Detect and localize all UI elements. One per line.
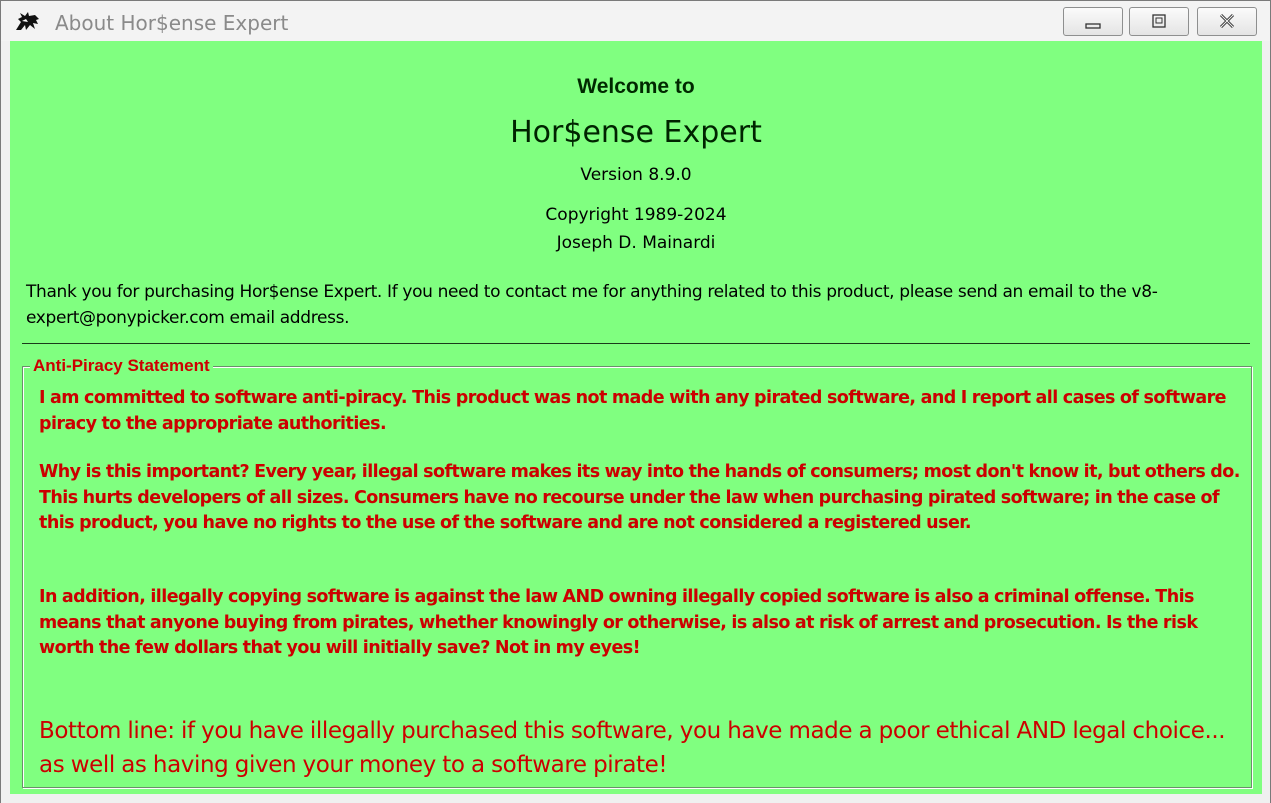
- thank-you-message: Thank you for purchasing Hor$ense Expert…: [26, 282, 1158, 328]
- close-icon: [1219, 13, 1235, 29]
- anti-piracy-heading: Anti-Piracy Statement: [30, 356, 213, 376]
- anti-piracy-paragraph-3: In addition, illegally copying software …: [39, 587, 1198, 658]
- anti-piracy-paragraph-1: I am committed to software anti-piracy. …: [39, 388, 1227, 434]
- about-content-area: Welcome to Hor$ense Expert Version 8.9.0…: [10, 41, 1262, 794]
- about-dialog-window: About Hor$ense Expert Welcome to Hor$ens…: [0, 0, 1271, 803]
- horse-head-icon[interactable]: [13, 10, 41, 32]
- maximize-icon: [1152, 14, 1166, 28]
- author-label: Joseph D. Mainardi: [556, 233, 716, 253]
- welcome-heading: Welcome to: [577, 75, 695, 98]
- minimize-icon: [1085, 23, 1101, 29]
- maximize-button[interactable]: [1129, 7, 1189, 36]
- divider: [22, 343, 1250, 344]
- title-bar[interactable]: About Hor$ense Expert: [1, 1, 1270, 41]
- close-button[interactable]: [1197, 7, 1257, 36]
- copyright-label: Copyright 1989-2024: [545, 205, 727, 225]
- bottom-line-statement: Bottom line: if you have illegally purch…: [39, 718, 1226, 778]
- window-title: About Hor$ense Expert: [55, 11, 289, 35]
- version-label: Version 8.9.0: [580, 165, 692, 185]
- minimize-button[interactable]: [1063, 7, 1123, 36]
- anti-piracy-paragraph-2: Why is this important? Every year, illeg…: [39, 462, 1240, 533]
- product-name: Hor$ense Expert: [510, 115, 762, 150]
- window-bottom-border: [1, 794, 1270, 803]
